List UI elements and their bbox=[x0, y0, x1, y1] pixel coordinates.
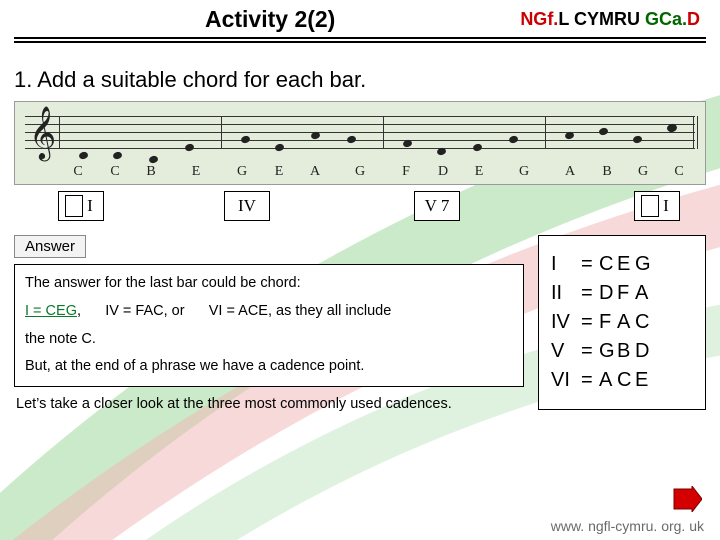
answer-explanation: The answer for the last bar could be cho… bbox=[14, 264, 524, 387]
question-text: 1. Add a suitable chord for each bar. bbox=[0, 43, 720, 101]
page-title: Activity 2(2) bbox=[20, 6, 520, 33]
footer-url: www. ngfl-cymru. org. uk bbox=[551, 518, 704, 534]
key-row: V=GBD bbox=[551, 337, 693, 366]
chord-key-box: I=CEG II=DFA IV=FAC V=GBD VI=ACE bbox=[538, 235, 706, 410]
key-row: VI=ACE bbox=[551, 366, 693, 395]
chord-slot-3[interactable]: V 7 bbox=[414, 191, 460, 221]
note-letter-row: C C B E G E A G F D E G A B G C bbox=[15, 164, 705, 184]
closer-text: Let’s take a closer look at the three mo… bbox=[14, 387, 524, 415]
answer-button[interactable]: Answer bbox=[14, 235, 86, 258]
answer-ceg: I = CEG bbox=[25, 303, 77, 319]
key-row: IV=FAC bbox=[551, 308, 693, 337]
chord-answer-row: I IV V 7 I bbox=[14, 191, 706, 227]
key-row: I=CEG bbox=[551, 250, 693, 279]
treble-clef-icon: 𝄞 bbox=[29, 106, 56, 161]
chord-slot-1[interactable]: I bbox=[58, 191, 104, 221]
brand-logo: NGf.L CYMRU GCa.D bbox=[520, 9, 700, 30]
chord-slot-2[interactable]: IV bbox=[224, 191, 270, 221]
chord-slot-4[interactable]: I bbox=[634, 191, 680, 221]
next-arrow-icon[interactable] bbox=[672, 486, 702, 512]
music-staff: 𝄞 bbox=[14, 101, 706, 185]
key-row: II=DFA bbox=[551, 279, 693, 308]
header: Activity 2(2) NGf.L CYMRU GCa.D bbox=[0, 0, 720, 37]
